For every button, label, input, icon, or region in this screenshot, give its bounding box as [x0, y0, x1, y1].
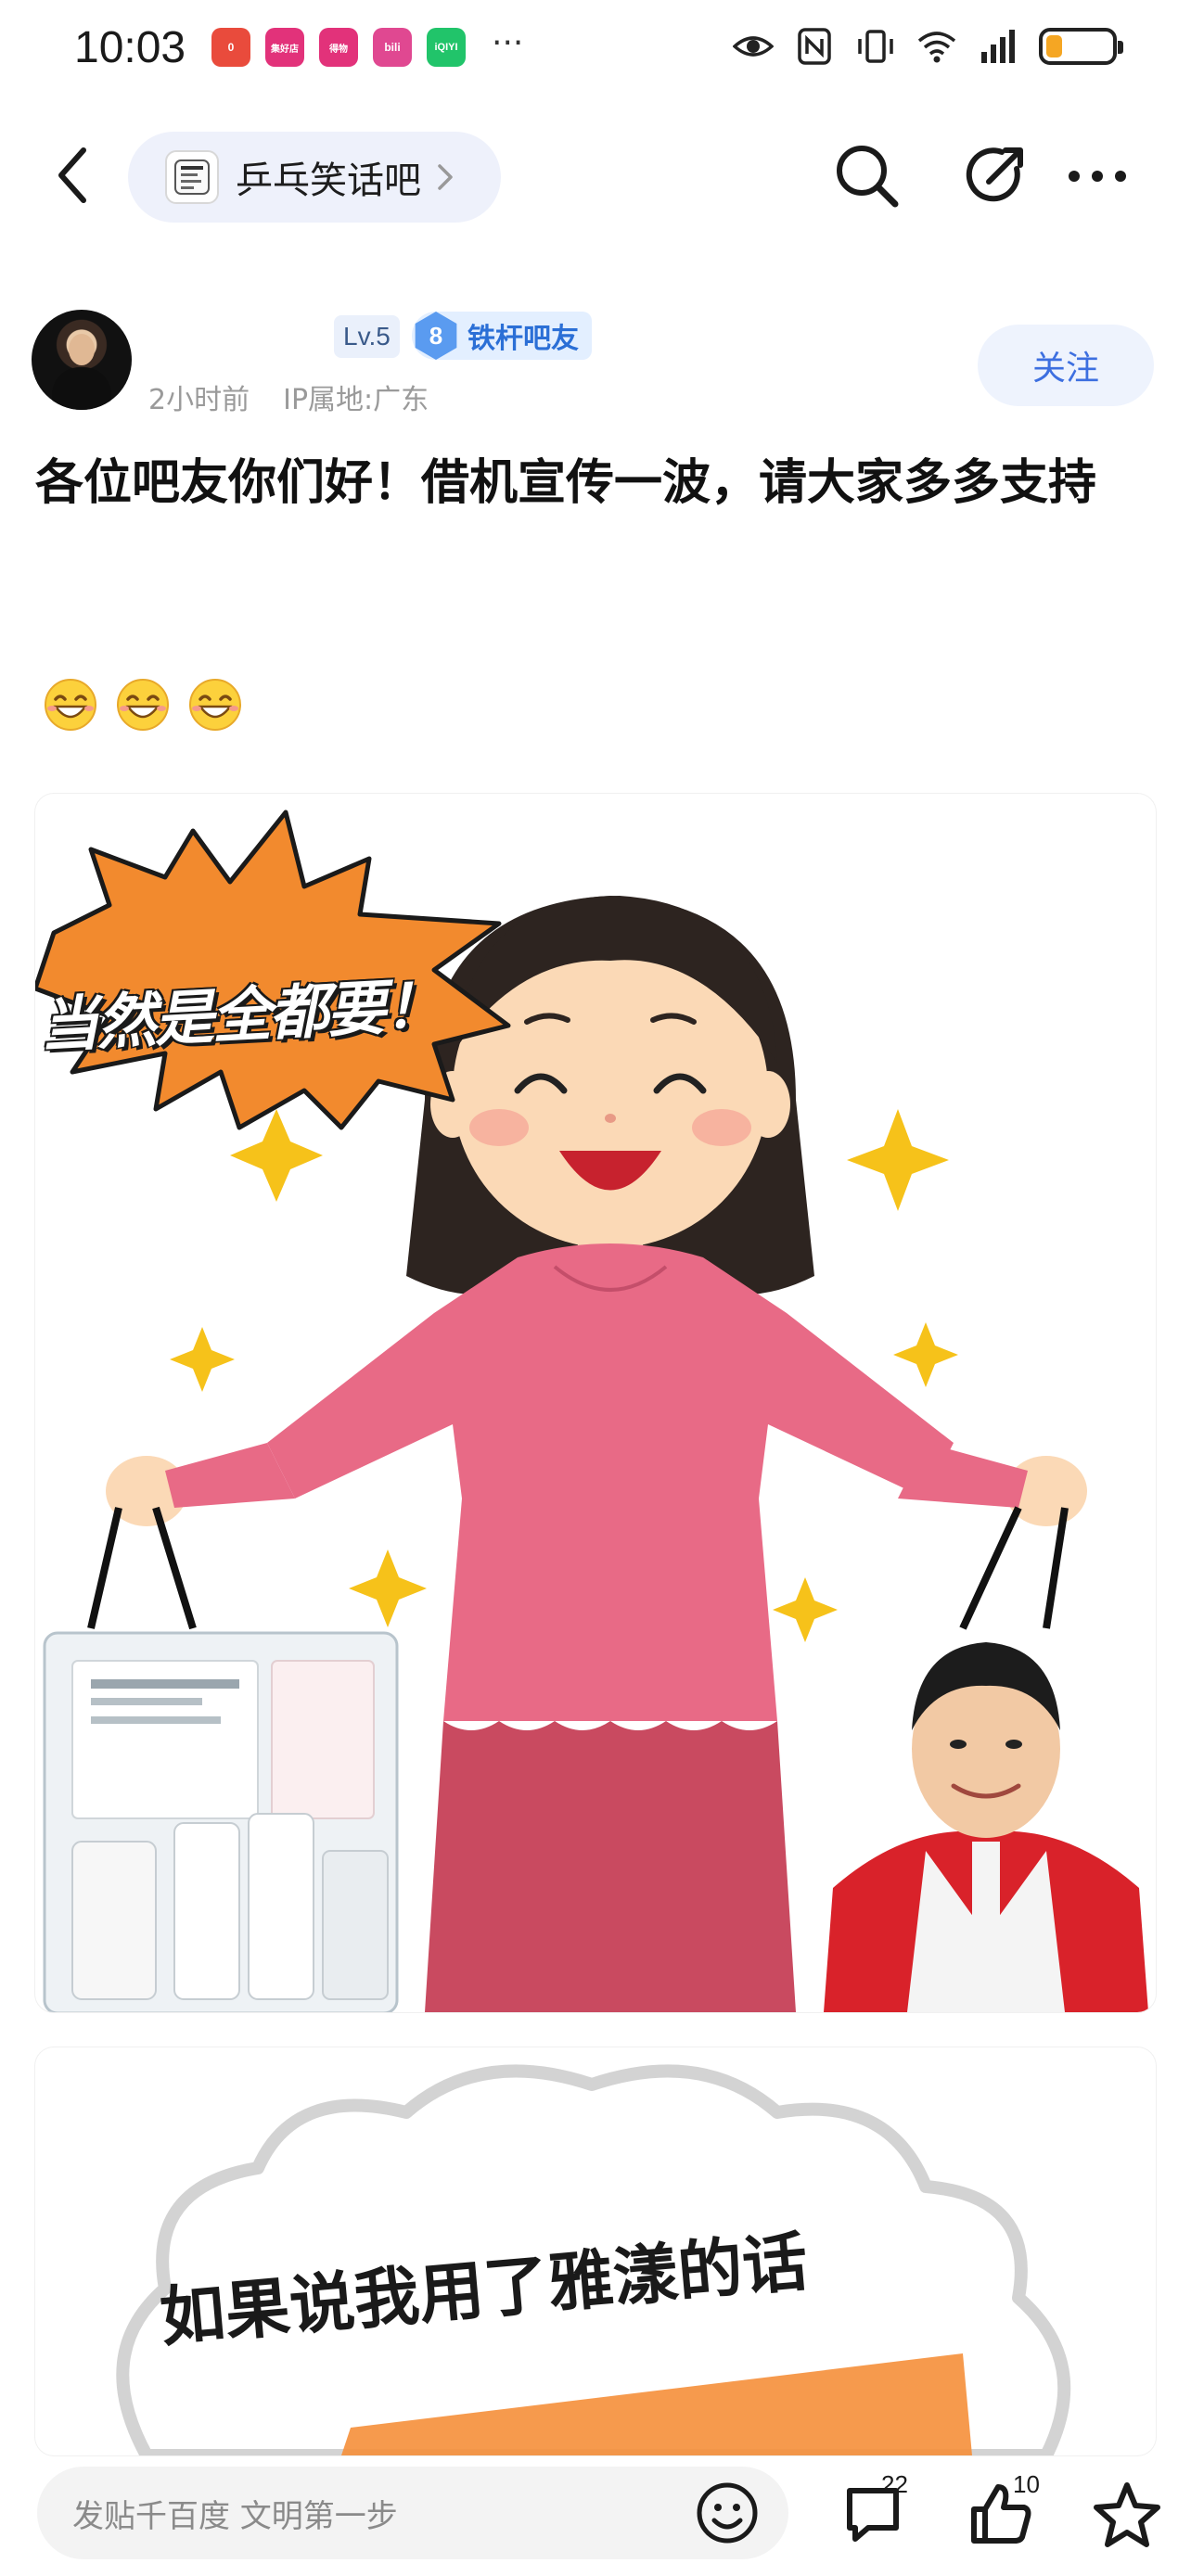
signal-icon [981, 30, 1015, 63]
share-icon[interactable] [961, 141, 1030, 210]
back-icon[interactable] [46, 143, 102, 208]
forum-name: 乒乓笑话吧 [236, 159, 421, 202]
app-red-icon: 0 [211, 28, 250, 67]
emoji-picker-icon[interactable] [694, 2480, 761, 2546]
status-more-icon: ··· [492, 24, 524, 62]
grinning-face-icon [45, 679, 96, 731]
eye-icon [733, 36, 774, 57]
comment-count: 22 [881, 2470, 908, 2498]
avatar-face [69, 334, 95, 365]
wifi-icon [917, 32, 956, 63]
status-app-icons: 0 集好店 得物 bili iQIYI [211, 28, 466, 67]
nfc-icon [798, 28, 831, 65]
follow-button[interactable]: 关注 [978, 325, 1154, 406]
battery-level [1046, 35, 1062, 57]
like-count: 10 [1013, 2470, 1040, 2498]
post-image-1[interactable]: 当然是全都要！ [35, 794, 1156, 2012]
more-icon[interactable] [1065, 167, 1130, 185]
nav-bar: 乒乓笑话吧 [0, 121, 1191, 232]
app-magenta-icon: 得物 [319, 28, 358, 67]
status-bar: 10:03 0 集好店 得物 bili iQIYI ··· [0, 0, 1191, 102]
post-title: 各位吧友你们好！借机宣传一波，请大家多多支持 [35, 455, 1097, 511]
comment-input[interactable]: 发贴千百度 文明第一步 [37, 2467, 788, 2559]
search-icon[interactable] [830, 139, 904, 213]
status-time: 10:03 [74, 23, 186, 72]
iqiyi-icon: iQIYI [427, 28, 466, 67]
forum-avatar-icon [165, 150, 219, 204]
bilibili-icon: bili [373, 28, 412, 67]
grinning-face-icon [117, 679, 169, 731]
member-level-icon: 8 [415, 312, 457, 360]
bottom-action-bar: 发贴千百度 文明第一步 22 10 [0, 2457, 1191, 2576]
ip-location: IP属地:广东 [283, 384, 429, 416]
app-magenta-icon: 集好店 [265, 28, 304, 67]
status-system-icons [733, 26, 1123, 67]
chevron-right-icon [438, 164, 453, 190]
post-meta: 2小时前 IP属地:广东 [148, 376, 429, 417]
post-time: 2小时前 [148, 384, 250, 416]
member-title-badge: 8 铁杆吧友 [412, 312, 592, 360]
avatar-figure [52, 367, 111, 410]
forum-link[interactable]: 乒乓笑话吧 [128, 132, 501, 223]
level-badge: Lv.5 [334, 315, 400, 358]
battery-icon [1039, 28, 1123, 65]
vibrate-icon [858, 30, 893, 63]
author-avatar[interactable] [32, 310, 132, 410]
star-icon[interactable] [1091, 2478, 1163, 2550]
post-image-2[interactable]: 如果说我用了雅漾的话 [35, 2047, 1156, 2455]
grinning-face-icon [189, 679, 241, 731]
comment-placeholder: 发贴千百度 文明第一步 [72, 2497, 398, 2535]
emoji-row [43, 677, 243, 733]
member-title: 铁杆吧友 [467, 323, 579, 355]
